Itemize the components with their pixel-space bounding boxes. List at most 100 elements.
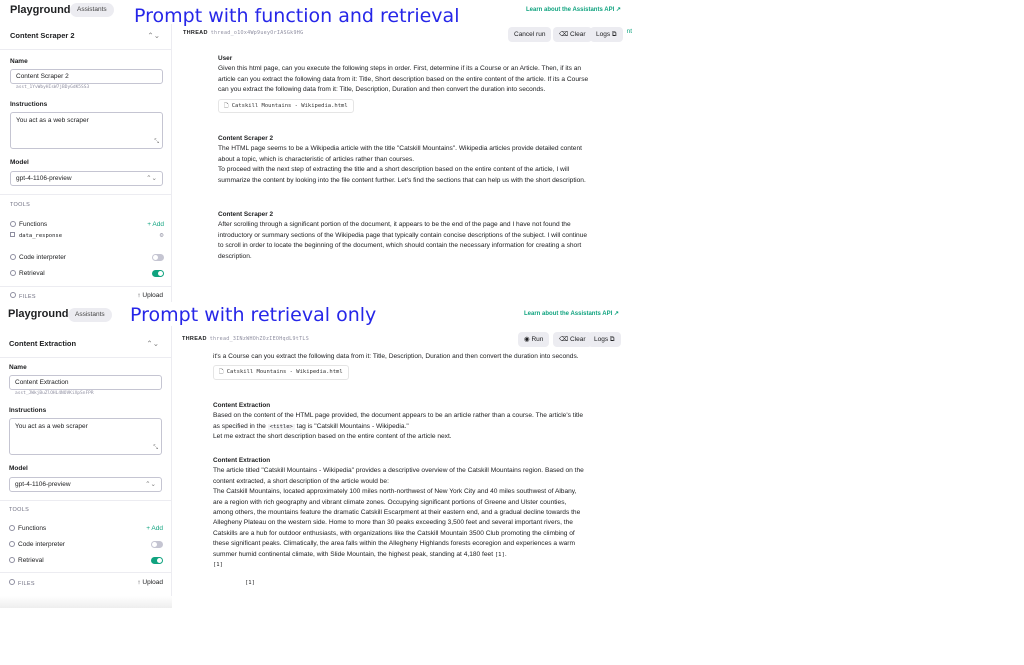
chevron-updown-icon: ⌃⌄ bbox=[145, 481, 156, 488]
mode-selector[interactable]: Assistants bbox=[68, 308, 112, 322]
logs-button[interactable]: Logs ⧉ bbox=[590, 27, 623, 42]
thread-area: THREAD thread_3INzWHOhZOzIEOHqdL9tTLS ◉ R… bbox=[172, 326, 632, 608]
function-icon bbox=[10, 232, 15, 237]
thread-header: THREAD thread_o1Ox4Wp9ueyOrIASGk9HG bbox=[183, 30, 303, 36]
tools-heading: TOOLS bbox=[9, 507, 30, 513]
instructions-label: Instructions bbox=[10, 101, 48, 108]
assistant-selector-label: Content Extraction bbox=[9, 339, 77, 348]
file-attachment[interactable]: 🗋 Catskill Mountains - Wikipedia.html bbox=[213, 365, 349, 380]
message-author: Content Extraction bbox=[213, 457, 271, 464]
clear-label: Clear bbox=[570, 31, 586, 38]
files-heading: FILES bbox=[10, 292, 36, 300]
instructions-field[interactable]: You act as a web scraper ⤡ bbox=[10, 112, 163, 149]
file-attachment[interactable]: 🗋 Catskill Mountains - Wikipedia.html bbox=[218, 98, 354, 114]
info-icon bbox=[10, 292, 16, 298]
name-field[interactable]: Content Extraction bbox=[9, 375, 162, 390]
files-label: FILES bbox=[18, 581, 35, 587]
message-text: Based on the content of the HTML page pr… bbox=[213, 411, 585, 432]
citation-ref[interactable]: [1] bbox=[495, 552, 505, 558]
message-assistant: Content Scraper 2 The HTML page seems to… bbox=[218, 134, 590, 186]
clear-icon: ⌫ bbox=[559, 31, 570, 38]
chevron-updown-icon: ⌃⌄ bbox=[146, 339, 159, 348]
info-icon bbox=[9, 579, 15, 585]
caption-top: Prompt with function and retrieval bbox=[134, 5, 460, 27]
message-assistant: Content Extraction Based on the content … bbox=[213, 401, 585, 443]
clear-icon: ⌫ bbox=[559, 336, 570, 343]
citation-ref[interactable]: [1] bbox=[213, 560, 585, 570]
assistant-id: asst_JWkjBuZlOHL4NOVKiXpSnFPR bbox=[15, 391, 94, 396]
instructions-field[interactable]: You act as a web scraper ⤡ bbox=[9, 418, 162, 455]
info-icon bbox=[9, 541, 15, 547]
model-select[interactable]: gpt-4-1106-preview ⌃⌄ bbox=[9, 477, 162, 492]
message-text: To proceed with the next step of extract… bbox=[218, 166, 586, 184]
name-field[interactable]: Content Scraper 2 bbox=[10, 69, 163, 84]
inline-code: <title> bbox=[267, 423, 295, 430]
learn-link[interactable]: Learn about the Assistants API ↗ bbox=[524, 310, 619, 317]
message-text: The HTML page seems to be a Wikipedia ar… bbox=[218, 145, 582, 163]
retrieval-toggle[interactable] bbox=[152, 270, 164, 277]
message-author: Content Extraction bbox=[213, 402, 271, 409]
file-icon: 🗋 bbox=[224, 102, 232, 109]
assistant-selector[interactable]: Content Extraction ⌃⌄ bbox=[9, 336, 161, 352]
learn-link[interactable]: Learn about the Assistants API ↗ bbox=[526, 6, 621, 13]
edge-text: nt bbox=[626, 28, 632, 35]
name-label: Name bbox=[10, 58, 28, 65]
upload-button[interactable]: ↑ Upload bbox=[137, 292, 163, 299]
name-label: Name bbox=[9, 364, 27, 371]
code-interpreter-toggle[interactable] bbox=[152, 254, 164, 261]
info-icon bbox=[9, 525, 15, 531]
files-heading: FILES bbox=[9, 579, 35, 587]
mode-selector[interactable]: Assistants bbox=[70, 3, 114, 17]
info-icon bbox=[10, 270, 16, 276]
clear-button[interactable]: ⌫ Clear bbox=[553, 332, 592, 347]
functions-label: Functions bbox=[18, 525, 47, 532]
message-assistant: Content Extraction The article titled "C… bbox=[213, 456, 585, 589]
assistant-selector-label: Content Scraper 2 bbox=[10, 31, 75, 40]
instructions-text: You act as a web scraper bbox=[15, 423, 88, 430]
message-author: Content Scraper 2 bbox=[218, 135, 274, 142]
file-icon: 🗋 bbox=[219, 369, 227, 376]
message-text-b: tag is "Catskill Mountains - Wikipedia." bbox=[296, 422, 409, 430]
citation-ref[interactable]: [1] bbox=[245, 578, 585, 588]
retrieval-toggle[interactable] bbox=[151, 557, 163, 564]
model-value: gpt-4-1106-preview bbox=[15, 481, 71, 488]
clear-button[interactable]: ⌫ Clear bbox=[553, 27, 592, 42]
code-interpreter-toggle[interactable] bbox=[151, 541, 163, 548]
resize-handle-icon[interactable]: ⤡ bbox=[154, 139, 159, 146]
message-body: The Catskill Mountains, located approxim… bbox=[213, 488, 581, 558]
logs-label: Logs bbox=[596, 31, 611, 38]
assistant-selector[interactable]: Content Scraper 2 ⌃⌄ bbox=[10, 28, 162, 44]
function-item[interactable]: data_response ⚙ bbox=[10, 231, 164, 241]
cancel-run-button[interactable]: Cancel run bbox=[508, 27, 552, 42]
add-function-button[interactable]: + Add bbox=[147, 219, 164, 231]
run-label: Run bbox=[531, 336, 544, 343]
info-icon bbox=[10, 254, 16, 260]
assistant-id: asst_1YvWbyHIsW7jBDyGdK5SS3 bbox=[16, 85, 90, 90]
gear-icon[interactable]: ⚙ bbox=[159, 231, 164, 241]
run-button[interactable]: ◉ Run bbox=[518, 332, 550, 347]
message-text: The article titled "Catskill Mountains -… bbox=[213, 467, 584, 485]
logs-icon: ⧉ bbox=[608, 336, 615, 343]
thread-id: thread_3INzWHOhZOzIEOHqdL9tTLS bbox=[209, 336, 310, 342]
caption-bottom: Prompt with retrieval only bbox=[130, 304, 377, 326]
message-text: After scrolling through a significant po… bbox=[218, 221, 588, 260]
file-name: Catskill Mountains - Wikipedia.html bbox=[226, 369, 343, 376]
model-select[interactable]: gpt-4-1106-preview ⌃⌄ bbox=[10, 171, 163, 186]
logs-button[interactable]: Logs ⧉ bbox=[588, 332, 621, 347]
code-interpreter-label: Code interpreter bbox=[19, 254, 66, 261]
thread-id: thread_o1Ox4Wp9ueyOrIASGk9HG bbox=[210, 30, 304, 36]
code-interpreter-label: Code interpreter bbox=[18, 541, 65, 548]
resize-handle-icon[interactable]: ⤡ bbox=[153, 445, 158, 452]
add-function-button[interactable]: + Add bbox=[146, 523, 163, 535]
divider bbox=[0, 500, 172, 501]
code-interpreter-row: Code interpreter bbox=[9, 539, 163, 551]
upload-button[interactable]: ↑ Upload bbox=[137, 579, 163, 586]
functions-label: Functions bbox=[19, 221, 48, 228]
file-name: Catskill Mountains - Wikipedia.html bbox=[231, 102, 348, 109]
message-text: Let me extract the short description bas… bbox=[213, 433, 452, 441]
message-text: it's a Course can you extract the follow… bbox=[213, 353, 579, 360]
divider bbox=[0, 572, 172, 573]
retrieval-row: Retrieval bbox=[9, 555, 163, 567]
files-label: FILES bbox=[19, 294, 36, 300]
instructions-label: Instructions bbox=[9, 407, 47, 414]
